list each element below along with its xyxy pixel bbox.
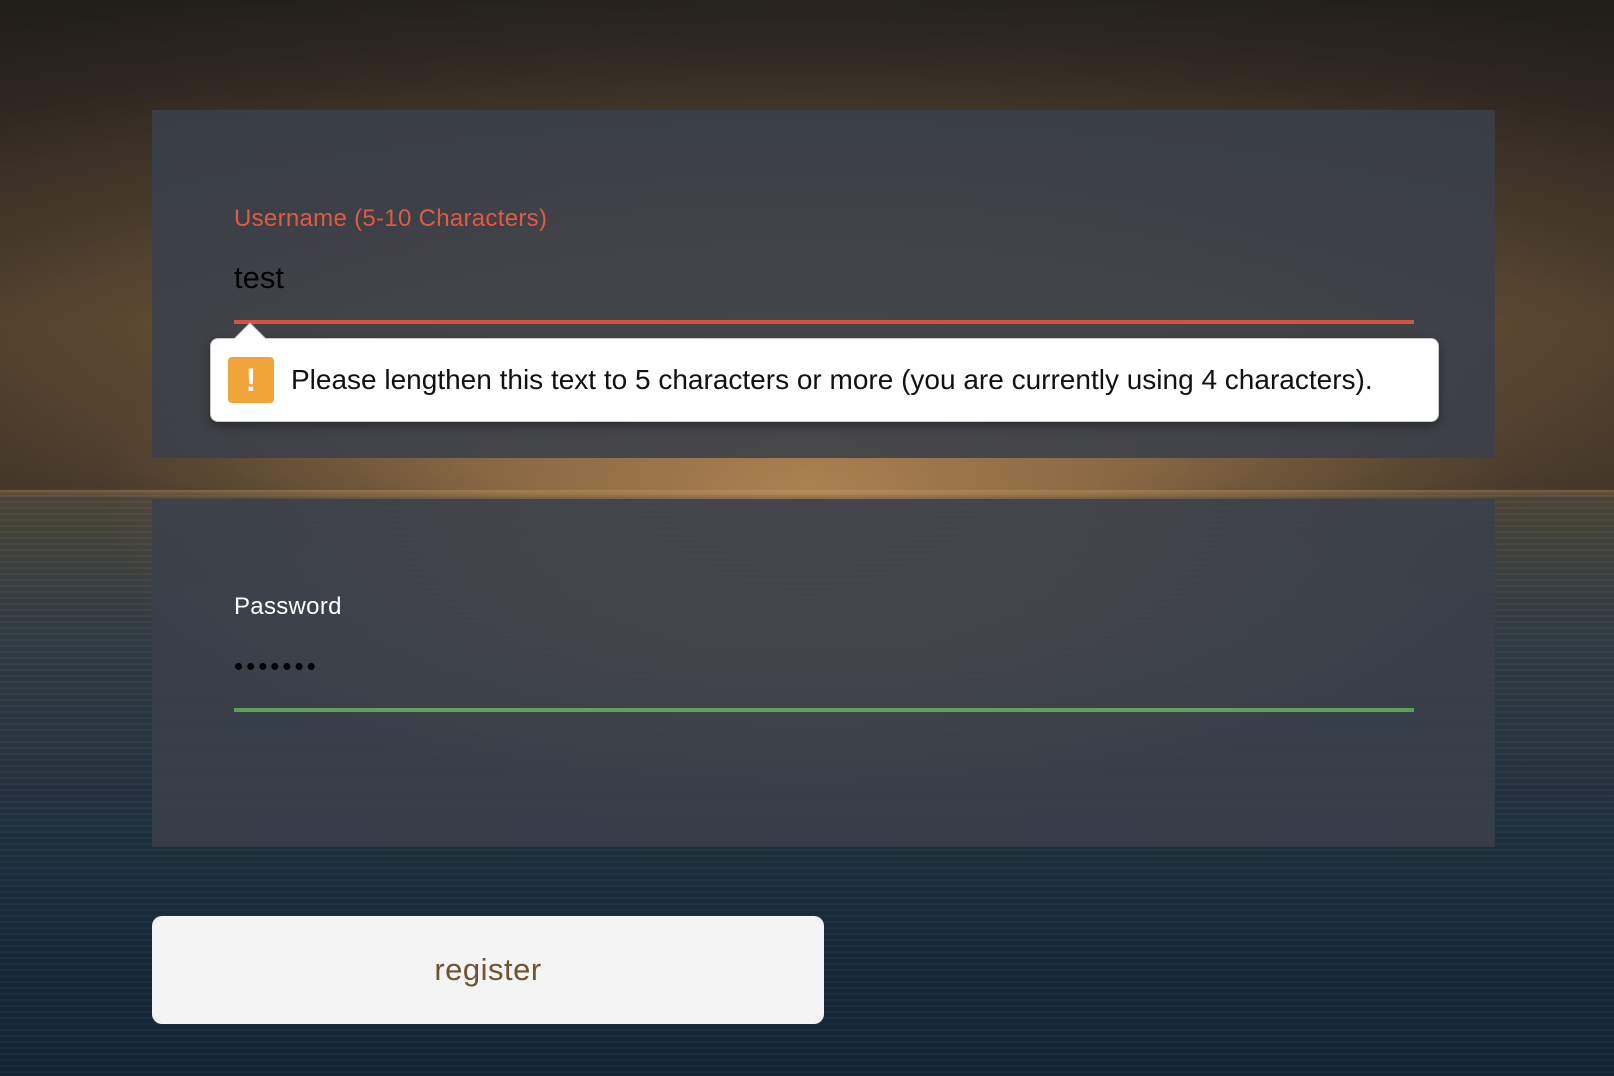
warning-icon: ! <box>228 357 274 403</box>
password-input[interactable] <box>234 641 1414 691</box>
username-underline-error <box>234 320 1414 324</box>
password-label: Password <box>234 593 342 620</box>
username-label: Username (5-10 Characters) <box>234 205 548 232</box>
validation-tooltip: ! Please lengthen this text to 5 charact… <box>210 322 1439 422</box>
username-input[interactable] <box>234 253 1414 303</box>
password-panel: Password <box>152 499 1495 847</box>
password-underline-valid <box>234 708 1414 712</box>
validation-message: Please lengthen this text to 5 character… <box>291 364 1373 395</box>
register-button[interactable]: register <box>152 916 824 1024</box>
